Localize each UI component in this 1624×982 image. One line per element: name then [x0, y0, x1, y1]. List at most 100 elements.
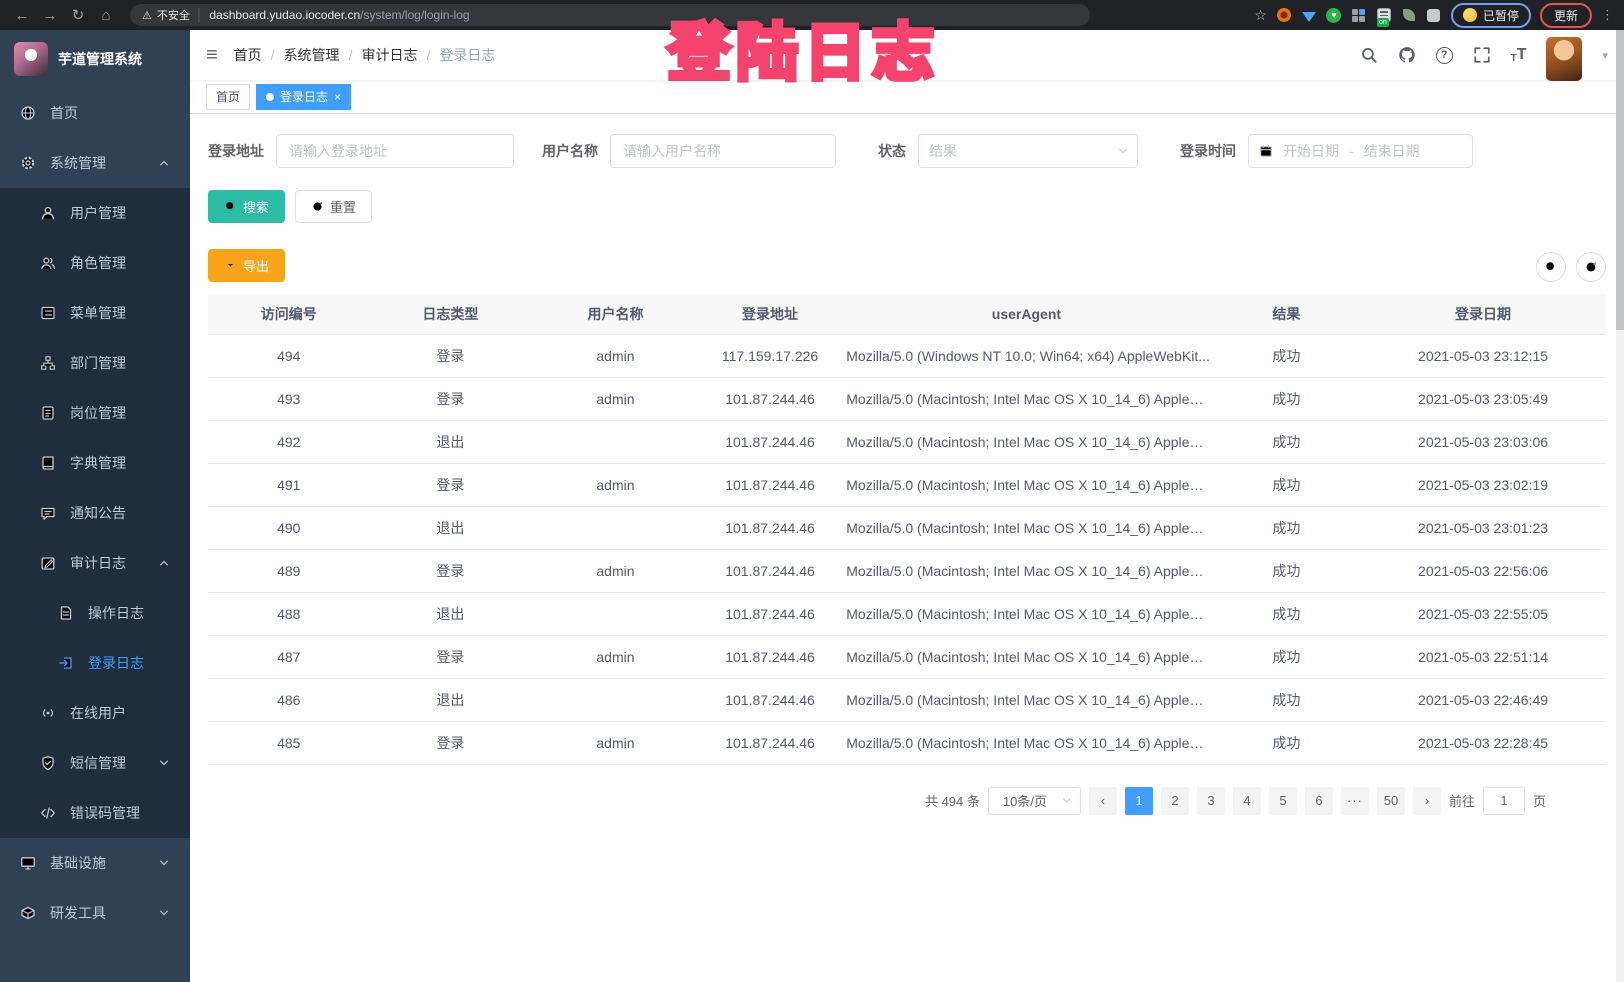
sidebar-item-menu-mgmt[interactable]: 菜单管理 — [0, 288, 190, 338]
extension-icon-puzzle[interactable] — [1426, 7, 1442, 23]
cell-log-type: 退出 — [370, 420, 532, 463]
sidebar-item-notice[interactable]: 通知公告 — [0, 488, 190, 538]
login-address-input[interactable] — [276, 134, 514, 168]
table-row[interactable]: 492 退出 101.87.244.46 Mozilla/5.0 (Macint… — [208, 420, 1606, 463]
tab-login-log[interactable]: 登录日志 × — [256, 84, 351, 110]
table-row[interactable]: 487 登录 admin 101.87.244.46 Mozilla/5.0 (… — [208, 635, 1606, 678]
refresh-table-button[interactable] — [1576, 252, 1606, 282]
sidebar-item-operation-log[interactable]: 操作日志 — [0, 588, 190, 638]
close-icon[interactable]: × — [334, 90, 341, 104]
page-size-select[interactable]: 10条/页 — [988, 787, 1081, 815]
cell-access-id: 488 — [208, 592, 370, 635]
table-row[interactable]: 489 登录 admin 101.87.244.46 Mozilla/5.0 (… — [208, 549, 1606, 592]
cell-access-id: 494 — [208, 334, 370, 377]
breadcrumb: 首页 / 系统管理 / 审计日志 / 登录日志 — [234, 45, 496, 65]
extension-icon-gem[interactable] — [1301, 7, 1317, 23]
sidebar-item-post-mgmt[interactable]: 岗位管理 — [0, 388, 190, 438]
address-bar[interactable]: ⚠ 不安全 │ dashboard.yudao.iocoder.cn/syste… — [130, 4, 1090, 26]
browser-home-button[interactable]: ⌂ — [94, 3, 118, 27]
page-6-button[interactable]: 6 — [1305, 787, 1333, 815]
toggle-search-button[interactable] — [1536, 252, 1566, 282]
cell-username: admin — [531, 635, 700, 678]
hamburger-icon[interactable]: ≡ — [206, 44, 218, 67]
sidebar-item-dev-tools[interactable]: 研发工具 — [0, 888, 190, 938]
github-icon[interactable] — [1398, 46, 1416, 64]
font-size-icon[interactable]: TT — [1511, 46, 1527, 64]
status-select[interactable]: 结果 — [918, 134, 1138, 168]
breadcrumb-audit-log[interactable]: 审计日志 — [361, 45, 417, 65]
cell-username: admin — [531, 721, 700, 764]
table-row[interactable]: 494 登录 admin 117.159.17.226 Mozilla/5.0 … — [208, 334, 1606, 377]
tab-home[interactable]: 首页 — [206, 84, 250, 110]
cell-log-type: 登录 — [370, 377, 532, 420]
prev-page-button[interactable]: ‹ — [1089, 787, 1117, 815]
breadcrumb-login-log: 登录日志 — [439, 45, 495, 65]
page-2-button[interactable]: 2 — [1161, 787, 1189, 815]
help-icon[interactable]: ? — [1436, 47, 1453, 64]
sidebar-item-sms-mgmt[interactable]: 短信管理 — [0, 738, 190, 788]
breadcrumb-system[interactable]: 系统管理 — [284, 45, 340, 65]
sidebar-item-error-code[interactable]: 错误码管理 — [0, 788, 190, 838]
sidebar-item-infrastructure[interactable]: 基础设施 — [0, 838, 190, 888]
extension-icon-orange[interactable] — [1276, 7, 1292, 23]
table-row[interactable]: 486 退出 101.87.244.46 Mozilla/5.0 (Macint… — [208, 678, 1606, 721]
page-3-button[interactable]: 3 — [1197, 787, 1225, 815]
page-scrollbar[interactable] — [1616, 30, 1624, 982]
bookmark-star-icon[interactable]: ☆ — [1254, 7, 1267, 24]
chevron-down-icon[interactable]: ▾ — [1602, 49, 1608, 62]
app-logo — [14, 42, 48, 76]
page-more-button[interactable]: ··· — [1341, 787, 1369, 815]
sidebar-item-home[interactable]: 首页 — [0, 88, 190, 138]
table-row[interactable]: 490 退出 101.87.244.46 Mozilla/5.0 (Macint… — [208, 506, 1606, 549]
sidebar-item-audit-log[interactable]: 审计日志 — [0, 538, 190, 588]
extension-icon-list[interactable]: on — [1376, 7, 1392, 23]
username-input[interactable] — [610, 134, 836, 168]
page-1-button[interactable]: 1 — [1125, 787, 1153, 815]
fullscreen-icon[interactable] — [1473, 46, 1491, 64]
cell-login-date: 2021-05-03 22:56:06 — [1360, 549, 1606, 592]
browser-update-button[interactable]: 更新 — [1540, 3, 1592, 28]
reset-button[interactable]: 重置 — [295, 190, 372, 223]
extension-icon-grid[interactable] — [1351, 7, 1367, 23]
breadcrumb-home[interactable]: 首页 — [234, 45, 262, 65]
list-icon — [40, 305, 56, 321]
export-button[interactable]: 导出 — [208, 249, 285, 282]
user-avatar[interactable] — [1546, 37, 1582, 81]
next-page-button[interactable]: › — [1413, 787, 1441, 815]
extension-icon-leaf[interactable] — [1401, 7, 1417, 23]
browser-forward-button[interactable]: → — [38, 3, 62, 27]
scrollbar-thumb[interactable] — [1616, 30, 1624, 330]
profile-paused-pill[interactable]: 已暂停 — [1451, 3, 1531, 28]
sidebar-item-online-users[interactable]: 在线用户 — [0, 688, 190, 738]
sidebar-item-user-mgmt[interactable]: 用户管理 — [0, 188, 190, 238]
cell-login-address: 101.87.244.46 — [700, 549, 841, 592]
table-row[interactable]: 491 登录 admin 101.87.244.46 Mozilla/5.0 (… — [208, 463, 1606, 506]
sidebar-item-system[interactable]: 系统管理 — [0, 138, 190, 188]
sidebar-item-role-mgmt[interactable]: 角色管理 — [0, 238, 190, 288]
browser-reload-button[interactable]: ↻ — [66, 3, 90, 27]
page-5-button[interactable]: 5 — [1269, 787, 1297, 815]
sidebar-item-dict-mgmt[interactable]: 字典管理 — [0, 438, 190, 488]
search-button[interactable]: 搜索 — [208, 190, 285, 223]
table-row[interactable]: 488 退出 101.87.244.46 Mozilla/5.0 (Macint… — [208, 592, 1606, 635]
cell-result: 成功 — [1213, 463, 1361, 506]
browser-menu-icon[interactable]: ⋮ — [1601, 7, 1614, 23]
sidebar-item-login-log[interactable]: 登录日志 — [0, 638, 190, 688]
login-address-label: 登录地址 — [208, 141, 264, 161]
extension-icon-heart[interactable]: ♥ — [1326, 7, 1342, 23]
page-50-button[interactable]: 50 — [1377, 787, 1405, 815]
table-row[interactable]: 493 登录 admin 101.87.244.46 Mozilla/5.0 (… — [208, 377, 1606, 420]
omnibox-divider: │ — [196, 8, 204, 22]
login-date-range-picker[interactable]: 开始日期 - 结束日期 — [1248, 134, 1473, 168]
cell-user-agent: Mozilla/5.0 (Macintosh; Intel Mac OS X 1… — [840, 420, 1212, 463]
goto-page-input[interactable] — [1483, 787, 1525, 815]
page-content: 登录地址 用户名称 状态 结果 登录时间 — [190, 114, 1624, 831]
table-row[interactable]: 485 登录 admin 101.87.244.46 Mozilla/5.0 (… — [208, 721, 1606, 764]
col-header-user-agent: userAgent — [840, 294, 1212, 334]
page-4-button[interactable]: 4 — [1233, 787, 1261, 815]
search-icon[interactable] — [1360, 46, 1378, 64]
sidebar-item-dept-mgmt[interactable]: 部门管理 — [0, 338, 190, 388]
browser-back-button[interactable]: ← — [10, 3, 34, 27]
not-secure-warning[interactable]: ⚠ 不安全 — [142, 7, 190, 23]
sidebar-logo-row[interactable]: 芋道管理系统 — [0, 30, 190, 88]
